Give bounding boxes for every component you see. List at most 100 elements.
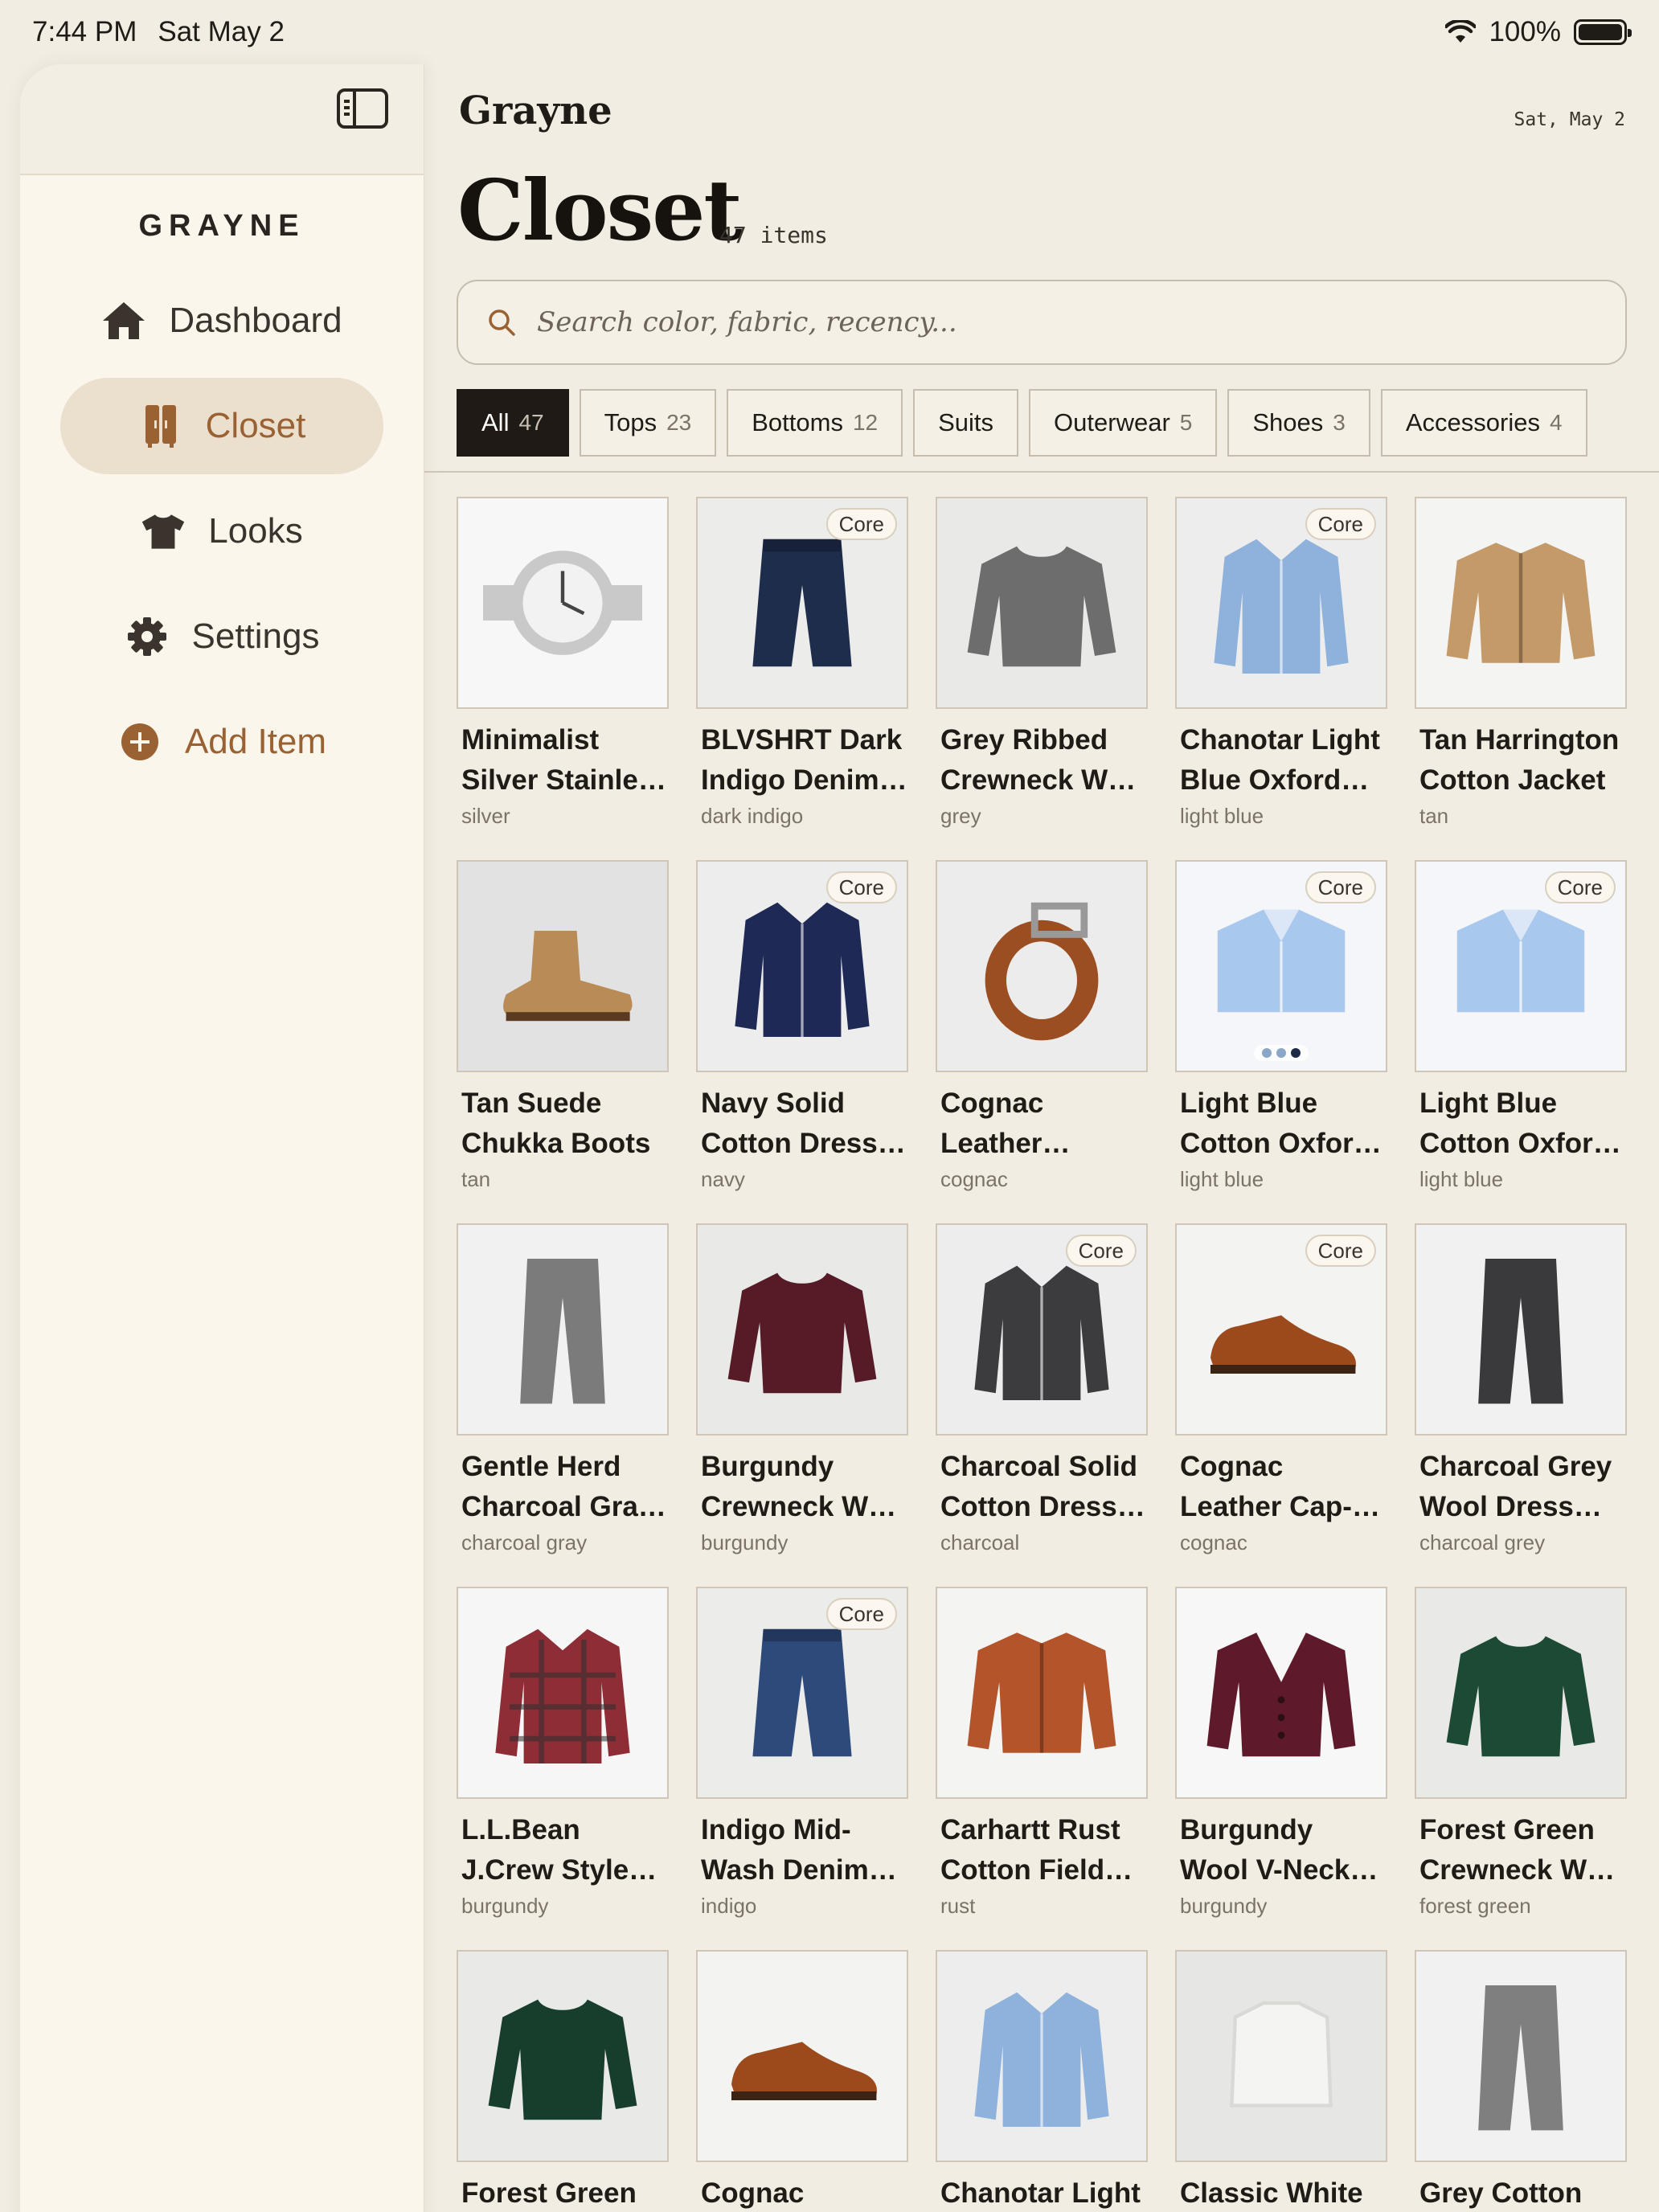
item-count: 47 items (719, 222, 828, 248)
closet-item-card[interactable]: Minimalist Silver Stainle… silver (457, 497, 669, 841)
item-thumbnail: Core (1415, 860, 1627, 1072)
item-name: Indigo Mid-Wash Denim… (701, 1814, 897, 1886)
closet-item-card[interactable]: Tan Suede Chukka Boots tan (457, 860, 669, 1204)
app-name: Grayne (459, 88, 612, 133)
closet-item-card[interactable]: Burgundy Wool V-Neck Cardi… burgundy (1175, 1587, 1387, 1931)
filter-chip-tops[interactable]: Tops 23 (579, 389, 717, 457)
item-name: Light Blue Cotton Oxfor… (1180, 1088, 1382, 1159)
filter-count: 5 (1179, 410, 1193, 435)
closet-item-card[interactable]: Core Navy Solid Cotton Dress… navy (696, 860, 908, 1204)
closet-item-card[interactable]: L.L.Bean J.Crew Style… burgundy (457, 1587, 669, 1931)
closet-item-card[interactable]: Core Charcoal Solid Cotton Dress… charcoal (936, 1223, 1148, 1567)
item-color: burgundy (461, 1894, 549, 1918)
item-color: cognac (940, 1167, 1008, 1191)
filter-label: Outerwear (1054, 408, 1170, 436)
item-color: tan (461, 1167, 491, 1191)
core-badge: Core (825, 508, 897, 540)
core-badge: Core (1544, 871, 1616, 903)
item-thumbnail (457, 860, 669, 1072)
filter-chip-bottoms[interactable]: Bottoms 12 (727, 389, 903, 457)
closet-item-card[interactable]: Grey Cotton (1415, 1950, 1627, 2212)
category-filters: All 47 Tops 23 Bottoms 12 Suits Outerwea… (457, 389, 1587, 457)
shirt-icon (1214, 539, 1349, 674)
item-thumbnail (696, 1950, 908, 2162)
page-title: Closet (457, 161, 742, 260)
closet-item-card[interactable]: Classic White (1175, 1950, 1387, 2212)
item-name: Grey Cotton (1419, 2177, 1583, 2209)
sweater-icon (967, 546, 1116, 667)
belt-icon (985, 902, 1099, 1041)
closet-item-card[interactable]: Gentle Herd Charcoal Gra… charcoal gray (457, 1223, 669, 1567)
status-time: 7:44 PM (32, 16, 137, 47)
filter-chip-shoes[interactable]: Shoes 3 (1227, 389, 1370, 457)
sidebar-toggle-icon[interactable] (337, 88, 388, 129)
item-thumbnail (1175, 1950, 1387, 2162)
closet-item-card[interactable]: Cognac Leather (696, 1950, 908, 2212)
closet-item-card[interactable]: Tan Harrington Cotton Jacket tan (1415, 497, 1627, 841)
item-color: silver (461, 804, 510, 828)
core-badge: Core (1305, 508, 1376, 540)
item-color: navy (701, 1167, 745, 1191)
item-color: forest green (1419, 1894, 1531, 1918)
jacket-icon (967, 1632, 1116, 1753)
sweater-icon (1446, 1636, 1596, 1757)
item-color: burgundy (1180, 1894, 1268, 1918)
item-thumbnail (1175, 1587, 1387, 1799)
sidebar-item-looks[interactable]: Looks (60, 483, 383, 580)
closet-item-card[interactable]: Cognac Leather Classic Dress… cognac (936, 860, 1148, 1204)
closet-item-card[interactable]: Forest Green Crewneck W… forest green (1415, 1587, 1627, 1931)
sidebar-item-label: Looks (208, 511, 303, 551)
sidebar-item-dashboard[interactable]: Dashboard (60, 272, 383, 369)
closet-item-card[interactable]: Burgundy Crewneck W… burgundy (696, 1223, 908, 1567)
closet-item-card[interactable]: Core Indigo Mid-Wash Denim… indigo (696, 1587, 908, 1931)
closet-item-card[interactable]: Chanotar Light (936, 1950, 1148, 2212)
item-name: Cognac Leather (701, 2177, 805, 2209)
filter-chip-suits[interactable]: Suits (913, 389, 1019, 457)
shirt-icon (735, 902, 870, 1037)
sidebar-item-add-item[interactable]: Add Item (60, 694, 383, 790)
item-thumbnail: Core (696, 1587, 908, 1799)
item-thumbnail (457, 1950, 669, 2162)
item-name: Classic White (1180, 2177, 1363, 2209)
item-thumbnail (936, 497, 1148, 709)
filter-chip-accessories[interactable]: Accessories 4 (1380, 389, 1587, 457)
folded-shirt-icon (1456, 909, 1585, 1013)
sidebar-item-label: Add Item (184, 722, 327, 761)
item-thumbnail (1415, 1950, 1627, 2162)
watch-icon (483, 551, 642, 655)
search-bar[interactable] (457, 280, 1627, 365)
sidebar-item-settings[interactable]: Settings (60, 588, 383, 685)
closet-item-card[interactable]: Core Light Blue Cotton Oxfor… light blue (1415, 860, 1627, 1204)
item-thumbnail (696, 1223, 908, 1436)
boot-icon (503, 931, 633, 1022)
item-name: BLVSHRT Dark Indigo Denim… (701, 724, 907, 796)
item-name: Chanotar Light (940, 2177, 1141, 2209)
item-color: dark indigo (701, 804, 804, 828)
status-date: Sat May 2 (158, 16, 285, 47)
item-name: Grey Ribbed Crewneck W… (940, 724, 1137, 796)
item-thumbnail (457, 1223, 669, 1436)
folded-shirt-icon (1217, 909, 1346, 1013)
shirt-icon (974, 1992, 1109, 2127)
closet-item-card[interactable]: Grey Ribbed Crewneck W… grey (936, 497, 1148, 841)
item-name: Tan Harrington Cotton Jacket (1419, 724, 1620, 796)
variant-dots[interactable] (1254, 1045, 1309, 1061)
filter-chip-outerwear[interactable]: Outerwear 5 (1029, 389, 1218, 457)
item-thumbnail (936, 1950, 1148, 2162)
closet-item-card[interactable]: Carhartt Rust Cotton Field… rust (936, 1587, 1148, 1931)
sidebar-header (20, 64, 424, 175)
sidebar-item-closet[interactable]: Closet (60, 378, 383, 474)
closet-item-card[interactable]: Core Chanotar Light Blue Oxford… light blu… (1175, 497, 1387, 841)
search-input[interactable] (537, 306, 1582, 338)
closet-item-card[interactable]: Core Light Blue Cotton Oxfor… light blue (1175, 860, 1387, 1204)
item-thumbnail (1415, 1587, 1627, 1799)
closet-item-card[interactable]: Charcoal Grey Wool Dress S… charcoal grey (1415, 1223, 1627, 1567)
item-thumbnail: Core (936, 1223, 1148, 1436)
closet-item-card[interactable]: Core Cognac Leather Cap-Toe Oxfo… cognac (1175, 1223, 1387, 1567)
closet-item-card[interactable]: Forest Green (457, 1950, 669, 2212)
core-badge: Core (1305, 1235, 1376, 1267)
filter-count: 47 (518, 410, 544, 435)
closet-item-card[interactable]: Core BLVSHRT Dark Indigo Denim… dark indig… (696, 497, 908, 841)
filter-chip-all[interactable]: All 47 (457, 389, 569, 457)
shoe-icon (731, 2042, 877, 2100)
